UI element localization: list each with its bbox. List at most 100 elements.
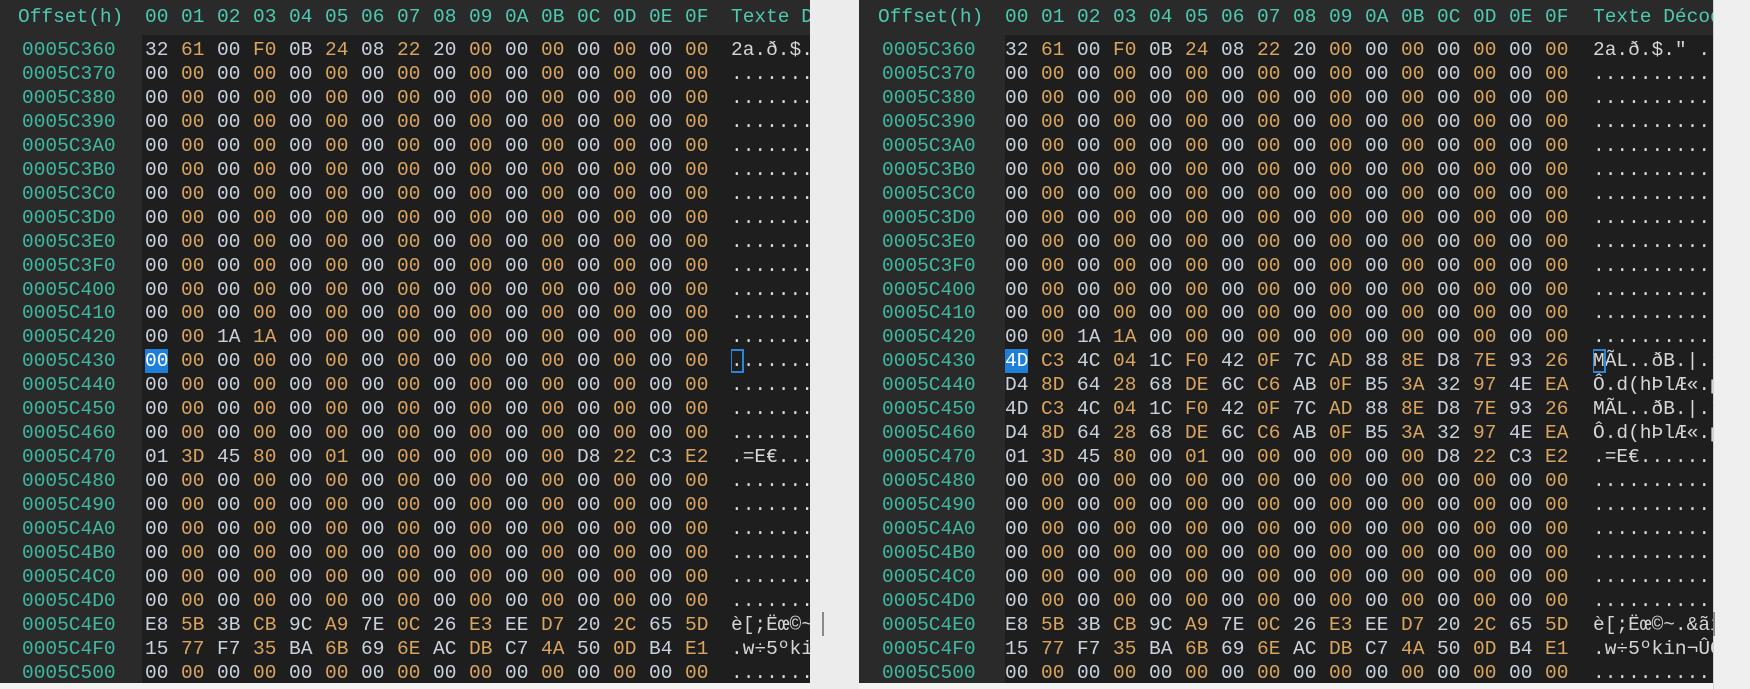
byte-cell[interactable]: 00	[1545, 230, 1568, 254]
decoded-text[interactable]: ...........	[1593, 541, 1713, 565]
byte-cell[interactable]: 3A	[1401, 373, 1424, 397]
byte-cell[interactable]: 00	[1509, 62, 1532, 86]
byte-cell[interactable]: 00	[1185, 230, 1208, 254]
byte-cell[interactable]: 69	[361, 637, 384, 661]
byte-cell[interactable]: 00	[325, 86, 348, 110]
byte-cell[interactable]: 77	[1041, 637, 1064, 661]
byte-cell[interactable]: 00	[505, 230, 528, 254]
byte-cell[interactable]: 00	[1257, 517, 1280, 541]
byte-cell[interactable]: 00	[145, 134, 168, 158]
byte-cell[interactable]: 00	[433, 134, 456, 158]
byte-cell[interactable]: 00	[1365, 158, 1388, 182]
byte-cell[interactable]: 00	[397, 278, 420, 302]
byte-cell[interactable]: 0F	[1329, 373, 1352, 397]
byte-cell[interactable]: 00	[433, 661, 456, 683]
byte-cell[interactable]: 64	[1077, 373, 1100, 397]
byte-cell[interactable]: 61	[181, 38, 204, 62]
decoded-text[interactable]: .......	[731, 134, 810, 158]
byte-cell[interactable]: 00	[433, 158, 456, 182]
byte-cell[interactable]: 00	[685, 661, 708, 683]
byte-cell[interactable]: 00	[1149, 541, 1172, 565]
byte-cell[interactable]: 2C	[613, 613, 636, 637]
byte-cell[interactable]: 00	[1149, 134, 1172, 158]
byte-cell[interactable]: 9C	[289, 613, 312, 637]
byte-cell[interactable]: 00	[1149, 86, 1172, 110]
byte-cell[interactable]: 00	[1293, 86, 1316, 110]
byte-cell[interactable]: 00	[325, 565, 348, 589]
byte-cell[interactable]: 00	[505, 493, 528, 517]
byte-cell[interactable]: 00	[1149, 278, 1172, 302]
byte-cell[interactable]: 00	[289, 349, 312, 373]
byte-cell[interactable]: 00	[397, 445, 420, 469]
byte-cell[interactable]: 1C	[1149, 397, 1172, 421]
byte-cell[interactable]: 00	[1185, 493, 1208, 517]
byte-cell[interactable]: 00	[145, 493, 168, 517]
byte-cell[interactable]: 00	[181, 493, 204, 517]
byte-cell[interactable]: 0B	[1149, 38, 1172, 62]
byte-cell[interactable]: 26	[1545, 349, 1568, 373]
byte-cell[interactable]: 00	[505, 110, 528, 134]
decoded-text[interactable]: .......	[731, 110, 810, 134]
byte-cell[interactable]: 00	[1221, 517, 1244, 541]
byte-cell[interactable]: 00	[1509, 589, 1532, 613]
decoded-text[interactable]: ...........	[1593, 230, 1713, 254]
byte-cell[interactable]: 00	[1113, 110, 1136, 134]
byte-cell[interactable]: 00	[361, 397, 384, 421]
byte-cell[interactable]: 00	[541, 589, 564, 613]
byte-cell[interactable]: 00	[505, 254, 528, 278]
byte-cell[interactable]: 4A	[1401, 637, 1424, 661]
byte-cell[interactable]: 00	[1257, 206, 1280, 230]
byte-cell[interactable]: 00	[361, 182, 384, 206]
byte-cell[interactable]: 00	[1293, 445, 1316, 469]
byte-cell[interactable]: 00	[1257, 86, 1280, 110]
byte-cell[interactable]: 00	[253, 493, 276, 517]
byte-cell[interactable]: 00	[1185, 134, 1208, 158]
byte-cell[interactable]: 00	[541, 565, 564, 589]
byte-cell[interactable]: 00	[1041, 182, 1064, 206]
byte-cell[interactable]: 00	[361, 206, 384, 230]
byte-cell[interactable]: 00	[1041, 158, 1064, 182]
byte-cell[interactable]: 00	[1365, 589, 1388, 613]
byte-cell[interactable]: 00	[433, 397, 456, 421]
byte-cell[interactable]: 6E	[1257, 637, 1280, 661]
byte-cell[interactable]: 00	[1509, 110, 1532, 134]
byte-cell[interactable]: 00	[1401, 278, 1424, 302]
byte-cell[interactable]: 00	[1077, 38, 1100, 62]
byte-cell[interactable]: 00	[1473, 301, 1496, 325]
byte-cell[interactable]: 00	[1257, 230, 1280, 254]
decoded-text[interactable]: .......	[731, 373, 810, 397]
byte-cell[interactable]: D4	[1005, 373, 1028, 397]
byte-cell[interactable]: 00	[289, 62, 312, 86]
decoded-text[interactable]: ...........	[1593, 469, 1713, 493]
byte-cell[interactable]: 00	[541, 661, 564, 683]
byte-cell[interactable]: E2	[1545, 445, 1568, 469]
byte-cell[interactable]: 3D	[1041, 445, 1064, 469]
byte-cell[interactable]: 00	[649, 349, 672, 373]
byte-cell[interactable]: 00	[181, 589, 204, 613]
byte-cell[interactable]: 00	[469, 397, 492, 421]
byte-cell[interactable]: 00	[325, 278, 348, 302]
byte-cell[interactable]: 00	[1041, 86, 1064, 110]
byte-cell[interactable]: 00	[1041, 278, 1064, 302]
byte-cell[interactable]: 00	[289, 254, 312, 278]
byte-cell[interactable]: 00	[253, 589, 276, 613]
byte-cell[interactable]: 8E	[1401, 397, 1424, 421]
byte-cell[interactable]: 00	[397, 86, 420, 110]
byte-cell[interactable]: 00	[1545, 661, 1568, 683]
byte-cell[interactable]: 00	[1329, 254, 1352, 278]
byte-cell[interactable]: 00	[1545, 469, 1568, 493]
byte-cell[interactable]: 4E	[1509, 373, 1532, 397]
byte-cell[interactable]: 00	[1545, 565, 1568, 589]
byte-cell[interactable]: 00	[1113, 278, 1136, 302]
byte-cell[interactable]: 00	[397, 110, 420, 134]
byte-cell[interactable]: 00	[469, 38, 492, 62]
byte-cell[interactable]: 00	[1077, 182, 1100, 206]
byte-cell[interactable]: 7C	[1293, 397, 1316, 421]
byte-cell[interactable]: 00	[1545, 206, 1568, 230]
byte-cell[interactable]: 00	[1401, 445, 1424, 469]
decoded-text[interactable]: .w÷5ºkin¬ÛÇ	[1593, 637, 1713, 661]
byte-cell[interactable]: 00	[577, 254, 600, 278]
byte-cell[interactable]: 00	[1005, 589, 1028, 613]
byte-cell[interactable]: 00	[577, 325, 600, 349]
byte-cell[interactable]: 00	[541, 182, 564, 206]
